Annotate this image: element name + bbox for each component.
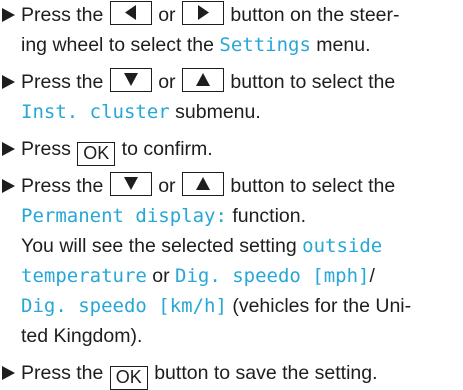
text: or [146, 265, 176, 287]
step-1-line-1: Press the or button on the steer- [21, 0, 400, 30]
text: ing wheel to select the [21, 34, 220, 56]
text: You will see the selected setting [21, 235, 303, 257]
up-arrow-key-icon [181, 172, 224, 196]
bullet-arrow-icon [2, 0, 16, 30]
text: button to save the setting. [148, 362, 378, 384]
step-2-line-2: Inst. cluster submenu. [21, 97, 261, 127]
step-4-line-6: ted Kingdom). [21, 321, 142, 351]
text: menu. [310, 34, 371, 56]
bullet-arrow-icon [2, 358, 16, 388]
dig-speedo-kmh-term: Dig. speedo [km/h] [21, 295, 227, 317]
step-4-line-5: Dig. speedo [km/h] (vehicles for the Uni… [21, 291, 411, 321]
text: Press [21, 138, 77, 160]
step-5-line-1: Press the OK button to save the setting. [21, 358, 378, 390]
permanent-display-term: Permanent display: [21, 205, 227, 227]
bullet-arrow-icon [2, 67, 16, 97]
text: function. [226, 205, 307, 227]
text: or [152, 4, 181, 26]
instruction-list: Press the or button on the steer- ing wh… [0, 0, 463, 390]
text: button on the steer- [224, 4, 400, 26]
text: Press the [21, 175, 109, 197]
outside-temperature-term: temperature [21, 265, 147, 287]
text: ted Kingdom). [21, 325, 143, 347]
ok-key: OK [109, 366, 148, 390]
text: submenu. [169, 101, 261, 123]
step-4-line-2: Permanent display: function. [21, 201, 306, 231]
right-arrow-key-icon [181, 1, 224, 25]
down-arrow-key-icon [109, 68, 152, 92]
step-1-line-2: ing wheel to select the Settings menu. [21, 30, 371, 60]
text: button to select the [224, 71, 396, 93]
text: (vehicles for the Uni- [226, 295, 412, 317]
text: Press the [21, 362, 109, 384]
step-4-line-3: You will see the selected setting outsid… [21, 231, 382, 261]
dig-speedo-mph-term: Dig. speedo [mph] [175, 265, 370, 287]
down-arrow-key-icon [109, 172, 152, 196]
step-4-line-4: temperature or Dig. speedo [mph]/ [21, 261, 375, 291]
step-3-line-1: Press OK to confirm. [21, 134, 213, 166]
ok-key: OK [77, 142, 116, 166]
text: Press the [21, 4, 109, 26]
text: or [152, 175, 181, 197]
text: / [369, 265, 375, 287]
bullet-arrow-icon [2, 171, 16, 201]
text: or [152, 71, 181, 93]
outside-temperature-term: outside [302, 235, 383, 257]
bullet-arrow-icon [2, 134, 16, 164]
step-4-line-1: Press the or button to select the [21, 171, 395, 201]
inst-cluster-term: Inst. cluster [21, 101, 170, 123]
left-arrow-key-icon [109, 1, 152, 25]
step-2-line-1: Press the or button to select the [21, 67, 395, 97]
settings-menu-term: Settings [219, 34, 311, 56]
text: button to select the [224, 175, 396, 197]
text: to confirm. [116, 138, 213, 160]
up-arrow-key-icon [181, 68, 224, 92]
text: Press the [21, 71, 109, 93]
